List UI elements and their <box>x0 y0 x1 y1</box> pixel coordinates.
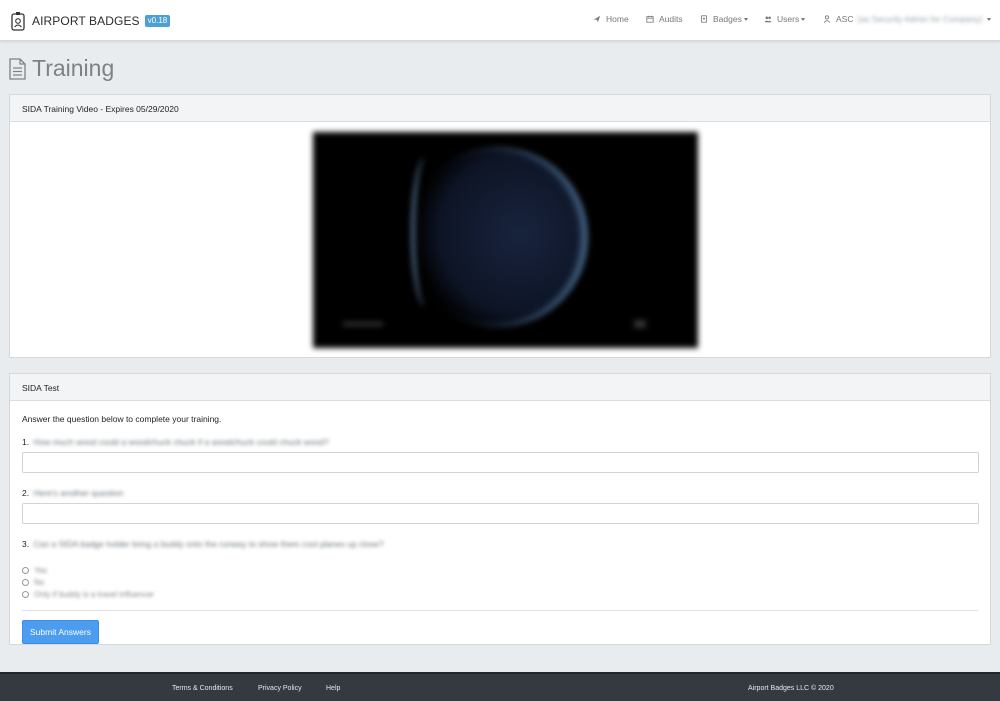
version-badge: v0.18 <box>144 15 171 27</box>
radio-label: No <box>34 577 45 587</box>
account-role-text: (as Security Admin for Company) <box>857 14 983 24</box>
nav-badges-label: Badges <box>713 14 742 24</box>
nav-audits-label: Audits <box>659 14 683 24</box>
footer-help-link[interactable]: Help <box>326 685 340 692</box>
radio-label: Yes <box>34 565 48 575</box>
question-2: 2. Here's another question <box>22 488 978 498</box>
question-3-option-no[interactable]: No <box>22 576 978 588</box>
users-icon <box>764 16 772 23</box>
footer-copyright: Airport Badges LLC © 2020 <box>748 685 834 692</box>
sida-test-header: SIDA Test <box>10 374 990 401</box>
radio-button[interactable] <box>22 566 29 574</box>
id-badge-icon <box>701 15 707 23</box>
footer-privacy-link[interactable]: Privacy Policy <box>258 685 302 692</box>
chevron-down-icon <box>743 17 748 21</box>
nav-home[interactable]: Home <box>593 14 629 24</box>
sida-test-card: SIDA Test Answer the question below to c… <box>9 373 991 645</box>
radio-label: Only if buddy is a travel influencer <box>34 589 155 599</box>
training-video-card: SIDA Training Video - Expires 05/29/2020 <box>9 94 991 358</box>
nav-account-label: ASC <box>836 14 854 24</box>
question-3-option-influencer[interactable]: Only if buddy is a travel influencer <box>22 588 978 600</box>
video-frame-glow <box>411 157 441 307</box>
submit-answers-button[interactable]: Submit Answers <box>22 620 99 644</box>
question-3-text: Can a SIDA badge holder bring a buddy on… <box>33 539 384 549</box>
divider <box>22 610 978 611</box>
nav-audits[interactable]: Audits <box>646 14 683 24</box>
question-3: 3. Can a SIDA badge holder bring a buddy… <box>22 539 978 549</box>
top-navbar: AIRPORT BADGES v0.18 Home Audits Badges … <box>0 0 1000 41</box>
radio-button[interactable] <box>22 590 29 598</box>
page-title-text: Training <box>32 55 115 81</box>
user-icon <box>823 15 831 23</box>
badge-logo-icon <box>11 12 25 31</box>
nav-badges-dropdown[interactable]: Badges <box>700 14 748 24</box>
video-fullscreen-icon <box>634 320 646 328</box>
nav-account-dropdown[interactable]: ASC (as Security Admin for Company) <box>823 14 992 24</box>
nav-home-label: Home <box>606 14 629 24</box>
question-1-text: How much wood could a woodchuck chuck if… <box>33 437 329 447</box>
question-3-number: 3. <box>22 539 30 549</box>
question-1-number: 1. <box>22 437 30 447</box>
nav-users-dropdown[interactable]: Users <box>764 14 806 24</box>
chevron-down-icon <box>801 17 806 21</box>
video-controls <box>343 322 383 326</box>
brand[interactable]: AIRPORT BADGES v0.18 <box>11 10 171 32</box>
question-1-answer-field[interactable] <box>22 452 979 473</box>
training-video-header: SIDA Training Video - Expires 05/29/2020 <box>10 95 990 122</box>
training-video-player[interactable] <box>313 132 698 348</box>
question-2-answer-field[interactable] <box>22 503 979 524</box>
footer: Terms & Conditions Privacy Policy Help A… <box>0 672 1000 701</box>
chevron-down-icon <box>987 17 992 21</box>
question-1: 1. How much wood could a woodchuck chuck… <box>22 437 978 447</box>
footer-terms-link[interactable]: Terms & Conditions <box>172 685 233 692</box>
calendar-icon <box>646 15 654 23</box>
document-icon <box>9 57 26 80</box>
nav-users-label: Users <box>777 14 800 24</box>
question-2-text: Here's another question <box>33 488 124 498</box>
question-2-number: 2. <box>22 488 30 498</box>
plane-icon <box>593 15 601 23</box>
test-intro: Answer the question below to complete yo… <box>22 414 222 424</box>
radio-button[interactable] <box>22 578 29 586</box>
brand-name: AIRPORT BADGES <box>32 14 140 28</box>
question-3-option-yes[interactable]: Yes <box>22 564 978 576</box>
page-title: Training <box>9 55 114 82</box>
